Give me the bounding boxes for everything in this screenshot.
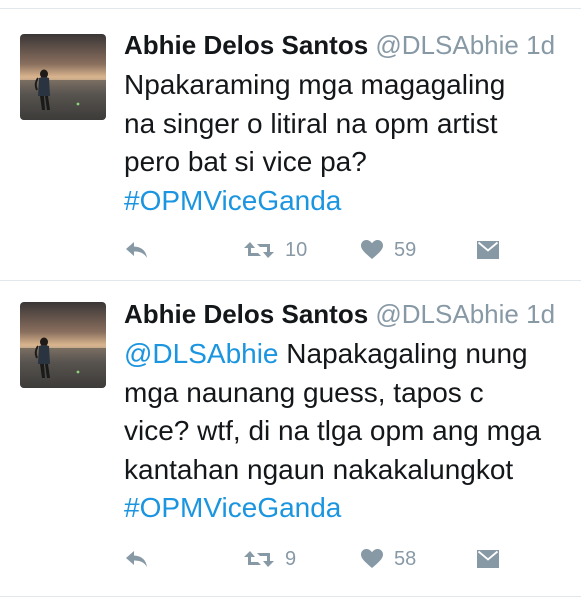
bottom-divider (0, 596, 581, 597)
tweet-divider (0, 280, 581, 281)
tweet-text-segment: na singer o litiral na opm artist (124, 107, 498, 139)
reply-icon (126, 242, 147, 258)
heart-icon (361, 549, 383, 568)
tweet-text-segment: vice? wtf, di na tlga opm ang mga (124, 415, 542, 446)
retweet-icon (244, 551, 274, 567)
hashtag-link[interactable]: #OPMViceGanda (124, 492, 341, 523)
tweet-text-line: mga naunang guess, tapos c (124, 374, 574, 413)
tweet-text-line: #OPMViceGanda (124, 489, 574, 528)
direct-message-icon (477, 550, 499, 568)
tweet-text-segment: Napakagaling nung (278, 338, 528, 369)
tweet-text-segment: kantahan ngaun nakakalungkot (124, 453, 514, 485)
retweet-count: 9 (285, 548, 297, 570)
tweet-text: @DLSAbhie Napakagaling nung mga naunang g… (124, 335, 574, 528)
top-divider (0, 8, 581, 9)
reply-icon (126, 551, 147, 567)
tweet[interactable]: Abhie Delos Santos @DLSAbhie 1d Npakaram… (0, 30, 581, 270)
tweet-header: Abhie Delos Santos @DLSAbhie 1d (124, 299, 555, 329)
tweet-text-segment: pero bat si vice pa? (124, 146, 367, 177)
direct-message-button[interactable] (476, 544, 500, 574)
author-handle[interactable]: @DLSAbhie (375, 30, 518, 60)
reply-button[interactable] (124, 544, 150, 574)
avatar-image (20, 34, 106, 120)
retweet-button[interactable]: 9 (243, 544, 296, 574)
tweet-header: Abhie Delos Santos @DLSAbhie 1d (124, 30, 555, 60)
avatar-image (20, 302, 106, 388)
avatar[interactable] (20, 34, 106, 120)
like-count: 58 (394, 548, 417, 570)
tweet-text-line: #OPMViceGanda (124, 182, 574, 221)
mention-link[interactable]: @DLSAbhie (124, 338, 279, 369)
tweet-timestamp[interactable]: 1d (526, 30, 555, 60)
tweet-text-line: kantahan ngaun nakakalungkot (124, 451, 574, 490)
author-handle[interactable]: @DLSAbhie (375, 299, 518, 329)
retweet-button[interactable]: 10 (243, 235, 307, 265)
retweet-count: 10 (285, 239, 308, 261)
tweet-text-line: @DLSAbhie Napakagaling nung (124, 335, 574, 374)
retweet-icon (244, 242, 274, 258)
direct-message-icon (477, 241, 499, 259)
like-button[interactable]: 58 (360, 544, 416, 574)
avatar[interactable] (20, 302, 106, 388)
tweet-text-line: vice? wtf, di na tlga opm ang mga (124, 412, 574, 451)
like-button[interactable]: 59 (360, 235, 416, 265)
reply-button[interactable] (124, 235, 150, 265)
tweet[interactable]: Abhie Delos Santos @DLSAbhie 1d @DLSAbhi… (0, 299, 581, 589)
tweet-actions: 9 58 (0, 544, 581, 574)
tweet-text-line: pero bat si vice pa? (124, 143, 574, 182)
author-name[interactable]: Abhie Delos Santos (124, 299, 368, 329)
like-count: 59 (394, 239, 417, 261)
tweet-text-segment: mga naunang guess, tapos c (124, 376, 484, 408)
tweet-text: Npakaraming mga magagaling na singer o li… (124, 66, 574, 220)
tweet-text-line: na singer o litiral na opm artist (124, 105, 574, 144)
hashtag-link[interactable]: #OPMViceGanda (124, 185, 341, 216)
tweet-actions: 10 59 (0, 235, 581, 265)
tweet-timestamp[interactable]: 1d (526, 299, 555, 329)
direct-message-button[interactable] (476, 235, 500, 265)
tweet-text-segment: Npakaraming mga magagaling (124, 69, 506, 100)
author-name[interactable]: Abhie Delos Santos (124, 30, 368, 60)
heart-icon (361, 240, 383, 259)
tweet-text-line: Npakaraming mga magagaling (124, 66, 574, 105)
